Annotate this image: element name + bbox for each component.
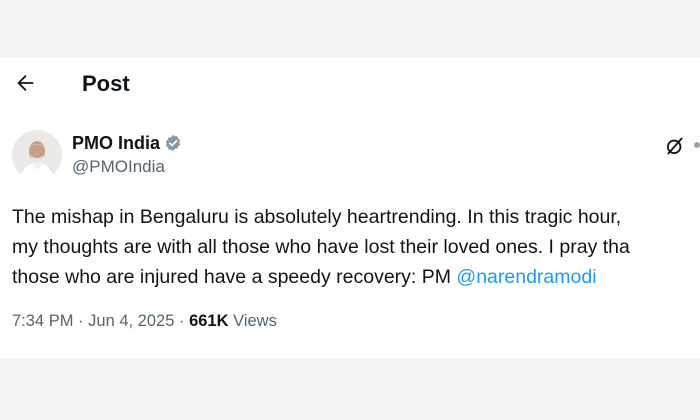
post-header: Post xyxy=(0,58,700,110)
meta-separator: · xyxy=(178,312,185,330)
verified-badge-icon xyxy=(164,134,182,152)
grok-button[interactable] xyxy=(662,133,688,159)
post-text: The mishap in Bengaluru is absolutely he… xyxy=(12,202,700,292)
post-text-line: my thoughts are with all those who have … xyxy=(12,236,630,258)
arrow-left-icon xyxy=(17,75,34,91)
views-label: Views xyxy=(233,312,277,330)
post-text-line: those who are injured have a speedy reco… xyxy=(12,262,700,292)
more-options-icon[interactable] xyxy=(694,142,700,148)
mention-link[interactable]: @narendramodi xyxy=(456,266,596,288)
meta-separator: · xyxy=(78,312,84,330)
post-text-line: The mishap in Bengaluru is absolutely he… xyxy=(12,206,622,228)
post-text-line-content: those who are injured have a speedy reco… xyxy=(12,266,457,288)
avatar[interactable] xyxy=(12,130,62,180)
author-block: PMO India @PMOIndia xyxy=(72,132,182,179)
page-title: Post xyxy=(82,71,130,96)
post-time[interactable]: 7:34 PM xyxy=(12,312,73,330)
grok-icon xyxy=(667,137,683,155)
views-count: 661K xyxy=(189,312,229,330)
post-date[interactable]: Jun 4, 2025 xyxy=(88,312,174,330)
author-handle[interactable]: @PMOIndia xyxy=(72,155,182,179)
post-card: Post PMO India @PMOIndia The mishap in B… xyxy=(0,58,700,358)
post-meta: 7:34 PM · Jun 4, 2025 · 661K Views xyxy=(12,310,277,332)
back-button[interactable] xyxy=(8,66,42,100)
author-name[interactable]: PMO India xyxy=(72,132,160,154)
